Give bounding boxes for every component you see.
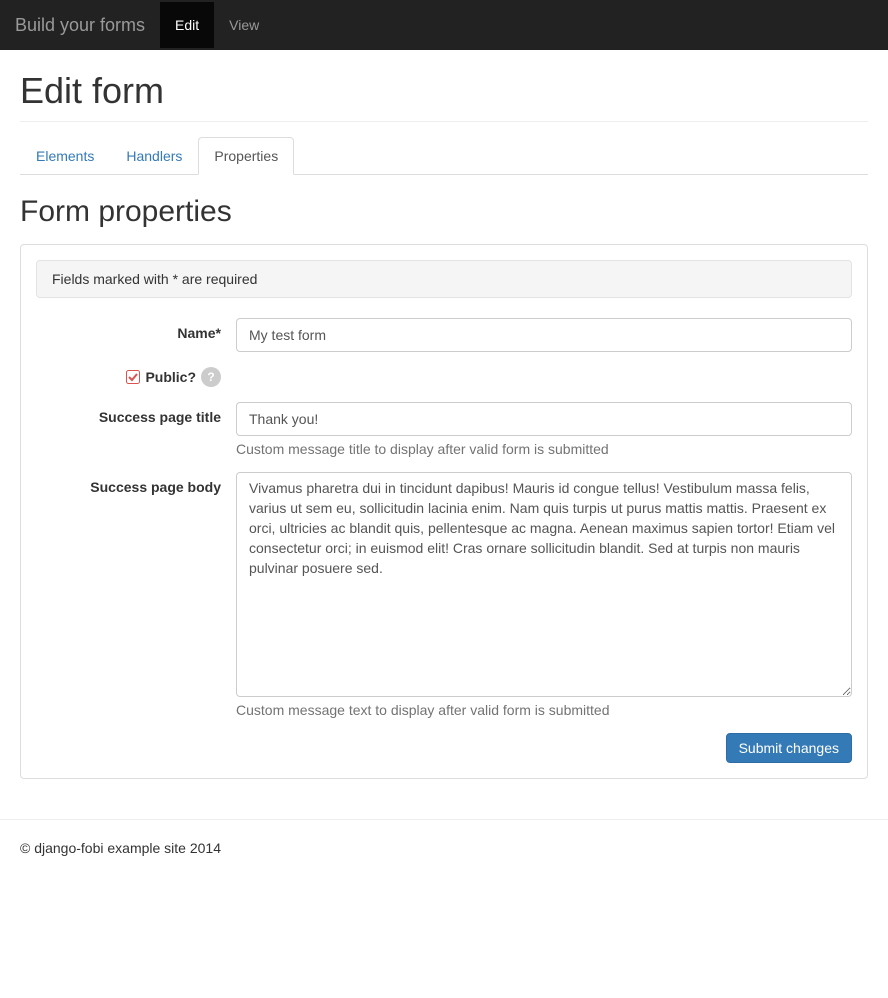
form-group-public: Public? ?: [36, 367, 852, 387]
form-group-success-title: Success page title Custom message title …: [36, 402, 852, 457]
form-group-name: Name*: [36, 318, 852, 352]
success-body-help: Custom message text to display after val…: [236, 702, 852, 718]
required-notice: Fields marked with * are required: [36, 260, 852, 298]
divider: [0, 819, 888, 820]
page-title: Edit form: [20, 70, 868, 122]
navbar: Build your forms Edit View: [0, 0, 888, 50]
form-group-success-body: Success page body Custom message text to…: [36, 472, 852, 718]
form-panel: Fields marked with * are required Name* …: [20, 244, 868, 779]
name-label: Name*: [36, 318, 236, 341]
public-label: Public?: [145, 369, 196, 385]
success-body-label: Success page body: [36, 472, 236, 495]
nav-item-view[interactable]: View: [214, 2, 274, 48]
checkbox-icon[interactable]: [126, 370, 140, 384]
tab-elements[interactable]: Elements: [20, 137, 110, 175]
success-title-label: Success page title: [36, 402, 236, 425]
name-input[interactable]: [236, 318, 852, 352]
submit-button[interactable]: Submit changes: [726, 733, 852, 763]
navbar-brand[interactable]: Build your forms: [0, 0, 160, 51]
nav-item-edit[interactable]: Edit: [160, 2, 214, 48]
help-icon[interactable]: ?: [201, 367, 221, 387]
tab-properties[interactable]: Properties: [198, 137, 294, 175]
success-title-input[interactable]: [236, 402, 852, 436]
footer-text: © django-fobi example site 2014: [0, 840, 888, 876]
tab-handlers[interactable]: Handlers: [110, 137, 198, 175]
success-title-help: Custom message title to display after va…: [236, 441, 852, 457]
nav-tabs: Elements Handlers Properties: [20, 137, 868, 175]
success-body-input[interactable]: [236, 472, 852, 697]
section-title: Form properties: [20, 195, 868, 229]
